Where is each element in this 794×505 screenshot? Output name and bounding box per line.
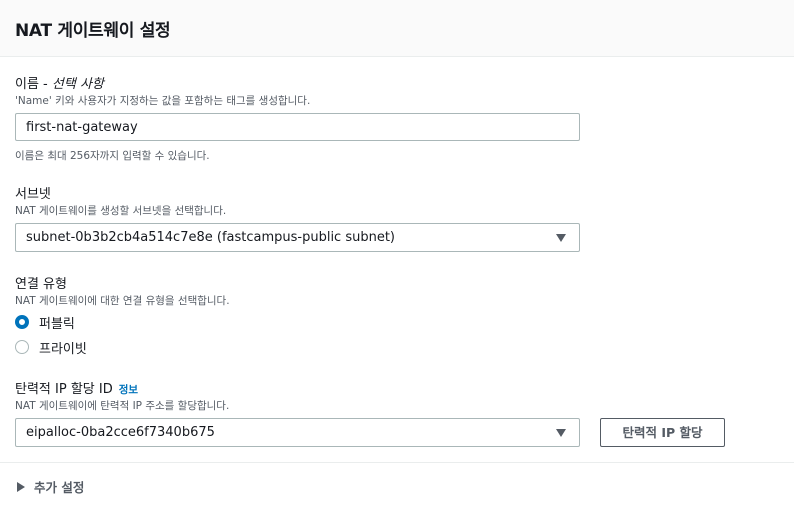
elastic-ip-label: 탄력적 IP 할당 ID 정보 (15, 378, 138, 397)
elastic-ip-description: NAT 게이트웨이에 탄력적 IP 주소를 할당합니다. (15, 400, 230, 412)
name-input[interactable] (15, 113, 580, 141)
subnet-selected-value: subnet-0b3b2cb4a514c7e8e (fastcampus-pub… (26, 230, 396, 245)
allocate-elastic-ip-button[interactable]: 탄력적 IP 할당 (600, 418, 725, 447)
info-link[interactable]: 정보 (119, 384, 138, 396)
panel-header: NAT 게이트웨이 설정 (0, 0, 794, 57)
elastic-ip-selected-value: eipalloc-0ba2cce6f7340b675 (26, 425, 215, 440)
connectivity-description: NAT 게이트웨이에 대한 연결 유형을 선택합니다. (15, 295, 230, 307)
connectivity-label: 연결 유형 (15, 277, 67, 292)
elastic-ip-select[interactable]: eipalloc-0ba2cce6f7340b675 (15, 418, 580, 447)
section-divider (0, 462, 794, 463)
name-label-optional: 선택 사항 (51, 77, 104, 92)
subnet-label: 서브넷 (15, 187, 51, 202)
name-label-text: 이름 - (15, 77, 52, 92)
radio-private-label: 프라이빗 (39, 341, 87, 357)
radio-public-label: 퍼블릭 (39, 316, 75, 332)
radio-private[interactable]: 프라이빗 (15, 338, 87, 357)
caret-right-icon (17, 481, 25, 492)
name-label: 이름 - 선택 사항 (15, 73, 104, 92)
subnet-description: NAT 게이트웨이를 생성할 서브넷을 선택합니다. (15, 205, 227, 217)
radio-public[interactable]: 퍼블릭 (15, 313, 75, 332)
additional-settings-toggle[interactable]: 추가 설정 (17, 477, 84, 496)
elastic-ip-label-text: 탄력적 IP 할당 ID (15, 382, 113, 397)
name-description: 'Name' 키와 사용자가 지정하는 값을 포함하는 태그를 생성합니다. (15, 95, 311, 107)
name-hint: 이름은 최대 256자까지 입력할 수 있습니다. (15, 150, 210, 162)
panel-title: NAT 게이트웨이 설정 (15, 21, 171, 41)
subnet-select[interactable]: subnet-0b3b2cb4a514c7e8e (fastcampus-pub… (15, 223, 580, 252)
chevron-down-icon (556, 429, 566, 437)
chevron-down-icon (556, 234, 566, 242)
additional-settings-label: 추가 설정 (34, 480, 85, 495)
radio-unselected-icon (15, 340, 29, 354)
radio-selected-icon (15, 315, 29, 329)
